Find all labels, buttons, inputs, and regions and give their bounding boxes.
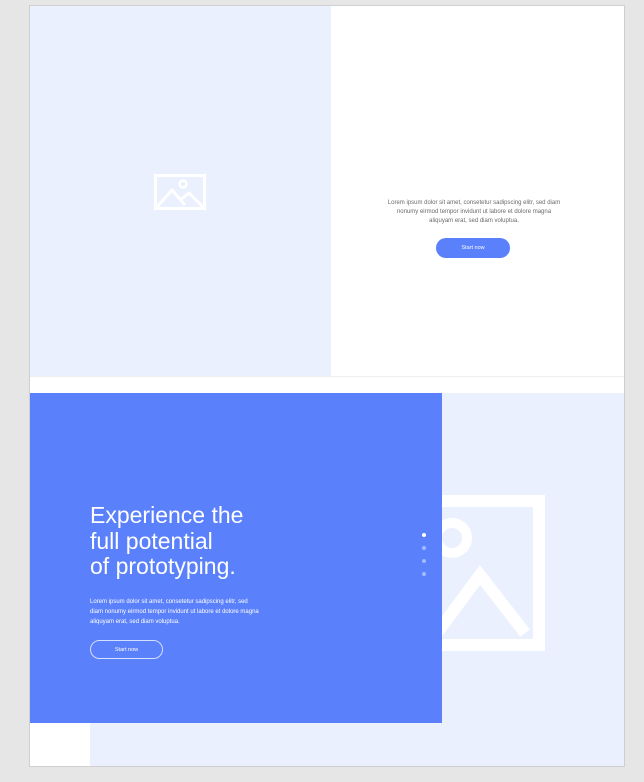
image-placeholder-icon	[154, 174, 206, 210]
section1-content: Lorem ipsum dolor sit amet, consetetur s…	[331, 6, 624, 376]
artboard: Lorem ipsum dolor sit amet, consetetur s…	[30, 6, 624, 766]
hero-title: Experience the full potential of prototy…	[90, 502, 290, 580]
hero-title-line: full potential	[90, 527, 213, 554]
section-divider	[30, 376, 624, 377]
slider-dot-2[interactable]	[422, 546, 426, 550]
slider-dot-1[interactable]	[422, 533, 426, 537]
section1-image-panel	[30, 6, 331, 376]
hero-panel: Experience the full potential of prototy…	[30, 393, 442, 723]
section1-description: Lorem ipsum dolor sit amet, consetetur s…	[387, 200, 561, 225]
slider-pagination	[422, 533, 428, 583]
slider-dot-4[interactable]	[422, 572, 426, 576]
slider-dot-3[interactable]	[422, 559, 426, 563]
hero-description: Lorem ipsum dolor sit amet, consetetur s…	[90, 599, 259, 625]
start-now-button[interactable]: Start now	[90, 640, 163, 659]
hero-title-line: of prototyping.	[90, 553, 236, 579]
hero-title-line: Experience the	[90, 502, 244, 528]
start-now-button[interactable]: Start now	[436, 238, 510, 258]
